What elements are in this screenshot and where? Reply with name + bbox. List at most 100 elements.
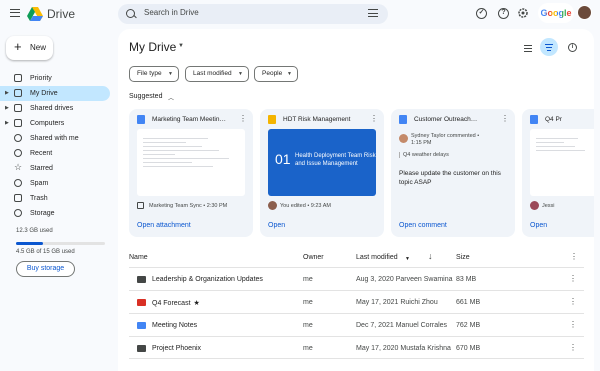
open-link[interactable]: Open (268, 222, 285, 229)
chip-label: People (262, 70, 283, 77)
sidebar-item-recent[interactable]: Recent (0, 146, 110, 161)
open-link[interactable]: Open (530, 222, 547, 229)
card-title: Customer Outreach… (414, 116, 478, 123)
card-title: Q4 Pr (545, 116, 562, 123)
collapse-caret-icon[interactable]: ︿ (168, 93, 174, 102)
suggested-card[interactable]: HDT Risk Management ⋮ 01 Health Deployme… (260, 109, 384, 237)
more-options-icon[interactable]: ⋮ (569, 320, 577, 329)
sidebar-item-spam[interactable]: Spam (0, 176, 110, 191)
sidebar-item-starred[interactable]: ☆ Starred (0, 161, 110, 176)
search-bar[interactable]: Search in Drive (118, 4, 388, 24)
shared-folder-icon (137, 345, 146, 352)
list-view-icon[interactable] (524, 45, 532, 52)
search-icon[interactable] (126, 9, 135, 18)
open-comment-link[interactable]: Open comment (399, 222, 447, 229)
sort-arrow-down-icon[interactable]: ↓ (428, 251, 433, 261)
search-options-icon[interactable] (368, 9, 378, 19)
filter-chip-last-modified[interactable]: Last modified ▼ (185, 66, 249, 82)
google-wordmark: Google (540, 8, 572, 18)
slide-text: Health Deployment Team Risk and Issue Ma… (295, 153, 376, 167)
more-options-icon[interactable]: ⋮ (569, 274, 577, 283)
account-avatar[interactable] (577, 5, 592, 20)
suggested-card[interactable]: Q4 Pr Jessi Open (522, 109, 594, 237)
more-options-icon[interactable]: ⋮ (569, 297, 577, 306)
shared-folder-icon (137, 299, 146, 306)
file-owner: me (303, 345, 313, 352)
info-icon[interactable]: i (568, 43, 577, 52)
file-modified: Dec 7, 2021 Manuel Corrales (356, 322, 448, 329)
cloud-icon (14, 209, 22, 217)
column-header-name[interactable]: Name (129, 254, 148, 261)
expand-caret-icon[interactable]: ▶ (5, 120, 9, 126)
doc-file-icon (530, 115, 538, 124)
filter-chip-file-type[interactable]: File type ▼ (129, 66, 179, 82)
starred-icon: ★ (193, 300, 200, 307)
folder-icon (137, 322, 146, 329)
filter-chip-people[interactable]: People ▼ (254, 66, 298, 82)
search-input[interactable]: Search in Drive (144, 8, 199, 17)
card-title: Marketing Team Meetin… (152, 116, 226, 123)
title-dropdown-icon[interactable]: ▼ (178, 43, 184, 49)
sidebar-item-label: Shared drives (30, 105, 74, 112)
more-options-icon[interactable]: ⋮ (239, 114, 247, 123)
chevron-down-icon[interactable]: ▼ (405, 256, 410, 262)
sidebar-item-label: Priority (30, 75, 52, 82)
slides-file-icon (268, 115, 276, 124)
column-header-size[interactable]: Size (456, 254, 470, 261)
buy-storage-button[interactable]: Buy storage (16, 261, 75, 277)
open-attachment-link[interactable]: Open attachment (137, 222, 191, 229)
expand-caret-icon[interactable]: ▶ (5, 105, 9, 111)
folder-icon (137, 276, 146, 283)
suggested-card[interactable]: Marketing Team Meetin… ⋮ Marketing Team … (129, 109, 253, 237)
new-button[interactable]: + New (6, 36, 53, 60)
sidebar-item-shared-with-me[interactable]: Shared with me (0, 131, 110, 146)
more-options-icon[interactable]: ⋮ (370, 114, 378, 123)
plus-icon: + (14, 39, 22, 54)
settings-gear-icon[interactable] (517, 7, 529, 19)
commenter-avatar (399, 134, 408, 143)
more-options-icon[interactable]: ⋮ (570, 252, 578, 261)
sidebar-item-shared-drives[interactable]: ▶ Shared drives (0, 101, 110, 116)
table-row[interactable]: Leadership & Organization Updates me Aug… (129, 267, 584, 290)
table-row[interactable]: Q4 Forecast ★ me May 17, 2021 Ruichi Zhou… (129, 290, 584, 313)
doc-file-icon (399, 115, 407, 124)
sidebar-item-label: My Drive (30, 90, 58, 97)
computer-icon (14, 119, 22, 127)
help-icon[interactable]: ? (498, 8, 509, 19)
comment-body: Please update the customer on this topic… (399, 170, 501, 186)
google-account-badge[interactable]: Google (538, 3, 574, 23)
offline-status-icon[interactable]: ✓ (476, 8, 487, 19)
more-options-icon[interactable]: ⋮ (569, 343, 577, 352)
spam-icon (14, 179, 22, 187)
sidebar-item-computers[interactable]: ▶ Computers (0, 116, 110, 131)
sidebar-item-storage[interactable]: Storage (0, 206, 110, 221)
table-row[interactable]: Meeting Notes me Dec 7, 2021 Manuel Corr… (129, 313, 584, 336)
app-title[interactable]: Drive (47, 7, 75, 21)
card-meta: Jessi (542, 203, 555, 209)
doc-file-icon (137, 115, 145, 124)
file-name: Q4 Forecast ★ (152, 299, 200, 307)
file-size: 661 MB (456, 299, 481, 306)
chip-label: File type (137, 70, 162, 77)
hamburger-menu-icon[interactable] (10, 9, 20, 17)
table-row[interactable]: Project Phoenix me May 17, 2020 Mustafa … (129, 336, 584, 359)
page-title[interactable]: My Drive (129, 40, 176, 54)
calendar-icon (137, 202, 144, 209)
user-avatar (268, 201, 277, 210)
column-header-last-modified[interactable]: Last modified (356, 254, 398, 261)
expand-caret-icon[interactable]: ▶ (5, 90, 9, 96)
file-size: 83 MB (456, 276, 477, 283)
comment-time: 1:15 PM (411, 140, 432, 146)
sidebar-item-label: Starred (30, 165, 53, 172)
filter-button[interactable] (540, 38, 558, 56)
suggested-card[interactable]: Customer Outreach… ⋮ Sydney Taylor comme… (391, 109, 515, 237)
star-icon: ☆ (14, 162, 23, 172)
sidebar-item-label: Trash (30, 195, 48, 202)
file-owner: me (303, 299, 313, 306)
more-options-icon[interactable]: ⋮ (501, 114, 509, 123)
sidebar-item-label: Computers (30, 120, 65, 127)
sidebar-item-trash[interactable]: Trash (0, 191, 110, 206)
sidebar-item-my-drive[interactable]: ▶ My Drive (0, 86, 110, 101)
column-header-owner[interactable]: Owner (303, 254, 324, 261)
sidebar-item-priority[interactable]: Priority (0, 71, 110, 86)
